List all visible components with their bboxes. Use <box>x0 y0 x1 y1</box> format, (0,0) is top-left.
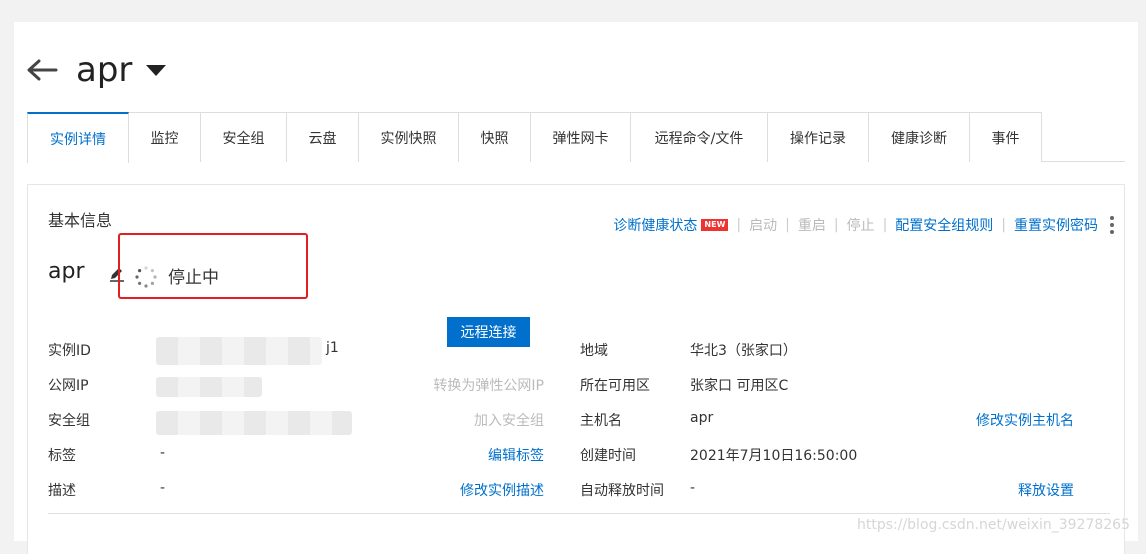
auto-release-value: - <box>690 480 696 496</box>
tab-cloud-disk[interactable]: 云盘 <box>287 112 359 162</box>
tab-snapshot[interactable]: 快照 <box>459 112 531 162</box>
tab-health-diagnosis[interactable]: 健康诊断 <box>869 112 970 162</box>
edit-tags-link[interactable]: 编辑标签 <box>488 445 544 465</box>
convert-eip-link[interactable]: 转换为弹性公网IP <box>433 375 544 395</box>
separator: | <box>882 217 888 233</box>
divider <box>48 513 1110 514</box>
auto-release-label: 自动释放时间 <box>580 483 664 499</box>
new-badge: NEW <box>701 219 729 231</box>
separator: | <box>736 217 742 233</box>
region-value: 华北3（张家口） <box>690 343 797 359</box>
redacted-public-ip <box>156 377 262 397</box>
start-button[interactable]: 启动 <box>749 215 777 235</box>
security-group-label: 安全组 <box>48 413 90 429</box>
separator: | <box>1001 217 1006 233</box>
tab-bar: 实例详情 监控 安全组 云盘 实例快照 快照 弹性网卡 远程命令/文件 操作记录… <box>27 112 1125 163</box>
region-label: 地域 <box>580 343 608 359</box>
separator: | <box>785 217 790 233</box>
zone-label: 所在可用区 <box>580 378 650 394</box>
release-settings-link[interactable]: 释放设置 <box>1018 480 1074 500</box>
created-time-label: 创建时间 <box>580 448 636 464</box>
edit-name-icon[interactable] <box>108 265 126 283</box>
join-security-group-link[interactable]: 加入安全组 <box>474 410 544 430</box>
description-label: 描述 <box>48 483 76 499</box>
more-actions-icon[interactable] <box>1110 216 1114 234</box>
stop-button[interactable]: 停止 <box>847 215 875 235</box>
instance-switch-dropdown-icon[interactable] <box>146 64 167 76</box>
loading-spinner-icon <box>134 265 158 289</box>
instance-title: apr <box>76 50 133 90</box>
restart-button[interactable]: 重启 <box>798 215 826 235</box>
basic-info-panel: 基本信息 诊断健康状态 NEW | 启动 | 重启 | 停止 | 配置安全组规则… <box>27 184 1125 554</box>
hostname-value: apr <box>690 410 714 426</box>
back-arrow-icon[interactable] <box>26 55 60 85</box>
created-time-value: 2021年7月10日16:50:00 <box>690 448 858 464</box>
tags-label: 标签 <box>48 448 76 464</box>
section-title: 基本信息 <box>48 211 113 230</box>
edit-description-link[interactable]: 修改实例描述 <box>460 480 544 500</box>
instance-id-suffix: j1 <box>326 340 339 356</box>
tab-operation-log[interactable]: 操作记录 <box>768 112 869 162</box>
tags-value: - <box>160 445 166 461</box>
description-value: - <box>160 480 166 496</box>
action-bar: 诊断健康状态 NEW | 启动 | 重启 | 停止 | 配置安全组规则 | 重置… <box>613 215 1114 235</box>
tab-security-group[interactable]: 安全组 <box>201 112 287 162</box>
instance-status: 停止中 <box>168 268 219 288</box>
config-security-group-link[interactable]: 配置安全组规则 <box>895 215 993 235</box>
tab-remote-command[interactable]: 远程命令/文件 <box>631 112 768 162</box>
diagnose-health-link[interactable]: 诊断健康状态 <box>613 215 697 235</box>
tab-instance-snapshot[interactable]: 实例快照 <box>359 112 459 162</box>
tab-eni[interactable]: 弹性网卡 <box>531 112 631 162</box>
zone-value: 张家口 可用区C <box>690 378 789 394</box>
instance-id-label: 实例ID <box>48 343 91 359</box>
redacted-instance-id <box>156 337 322 365</box>
public-ip-label: 公网IP <box>48 378 89 394</box>
remote-connect-button[interactable]: 远程连接 <box>447 317 530 347</box>
page-container: apr 实例详情 监控 安全组 云盘 实例快照 快照 弹性网卡 远程命令/文件 … <box>14 22 1138 554</box>
instance-name: apr <box>48 259 85 284</box>
reset-password-link[interactable]: 重置实例密码 <box>1014 215 1098 235</box>
tab-events[interactable]: 事件 <box>970 112 1042 162</box>
hostname-label: 主机名 <box>580 413 622 429</box>
tab-instance-details[interactable]: 实例详情 <box>27 112 129 163</box>
edit-hostname-link[interactable]: 修改实例主机名 <box>976 410 1074 430</box>
page-header: apr <box>26 50 167 90</box>
watermark: https://blog.csdn.net/weixin_39278265 <box>856 517 1130 533</box>
redacted-security-group <box>156 411 352 435</box>
separator: | <box>833 217 839 233</box>
tab-monitoring[interactable]: 监控 <box>129 112 201 162</box>
